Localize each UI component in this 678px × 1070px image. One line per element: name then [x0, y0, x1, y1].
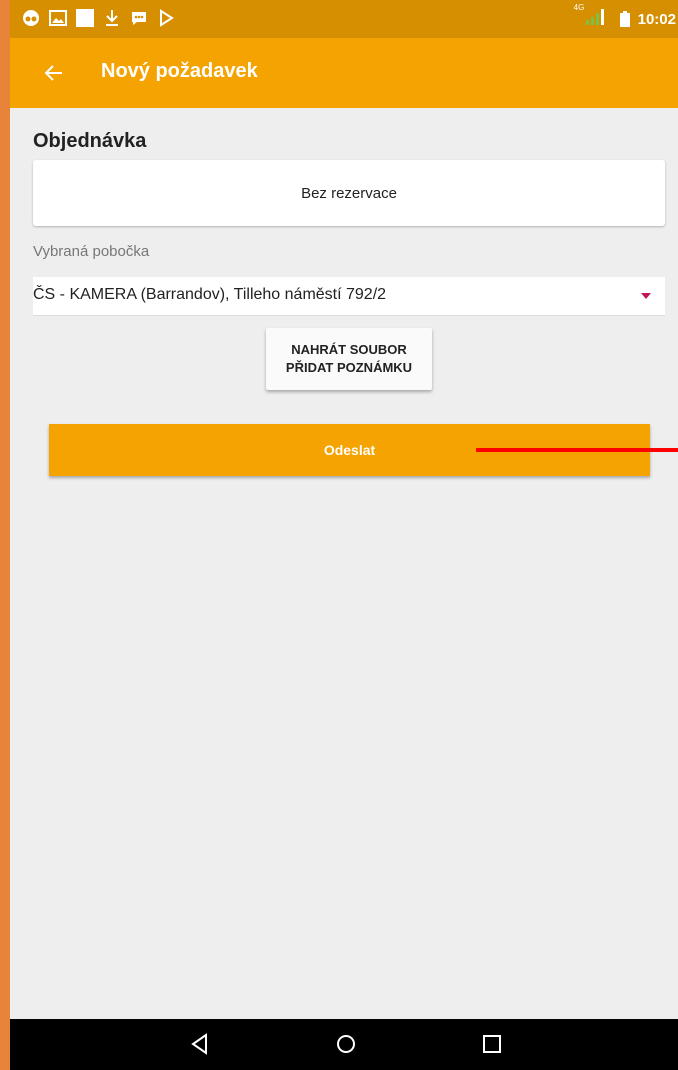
play-store-icon	[160, 9, 174, 27]
network-type-label: 4G	[573, 2, 585, 12]
upload-button-line1: NAHRÁT SOUBOR	[291, 342, 407, 357]
page-title: Nový požadavek	[101, 60, 258, 82]
branch-label: Vybraná pobočka	[33, 243, 150, 260]
notification-icons	[22, 9, 175, 27]
image-icon	[49, 10, 67, 26]
reservation-card[interactable]: Bez rezervace	[33, 160, 665, 226]
home-circle-icon[interactable]	[334, 1032, 358, 1056]
recents-square-icon[interactable]	[480, 1032, 504, 1056]
download-icon	[106, 10, 118, 26]
branch-selected-value: ČS - KAMERA (Barrandov), Tilleho náměstí…	[33, 286, 387, 303]
signal-indicator: 4G	[574, 3, 606, 30]
message-icon	[132, 12, 146, 25]
system-nav-bar	[10, 1019, 678, 1070]
signal-icon	[585, 8, 604, 25]
battery-icon	[619, 11, 630, 27]
red-annotation-line	[476, 448, 678, 452]
camera-app-icon	[23, 10, 39, 26]
order-section-title: Objednávka	[33, 130, 147, 152]
app-screen: 4G 10:02 Nový požadavek Objednávka Bez r…	[10, 0, 678, 1070]
dropdown-arrow-icon	[641, 293, 651, 299]
status-bar: 4G 10:02	[10, 0, 678, 38]
back-triangle-icon[interactable]	[188, 1032, 212, 1056]
blank-notification-icon	[76, 9, 94, 27]
status-right: 4G 10:02	[574, 0, 678, 38]
branch-select[interactable]: ČS - KAMERA (Barrandov), Tilleho náměstí…	[33, 277, 665, 316]
arrow-back-icon[interactable]	[42, 61, 66, 85]
upload-file-add-note-button[interactable]: NAHRÁT SOUBOR PŘIDAT POZNÁMKU	[266, 328, 432, 390]
upload-button-line2: PŘIDAT POZNÁMKU	[285, 360, 413, 375]
app-bar: Nový požadavek	[10, 38, 678, 108]
clock: 10:02	[637, 10, 676, 28]
